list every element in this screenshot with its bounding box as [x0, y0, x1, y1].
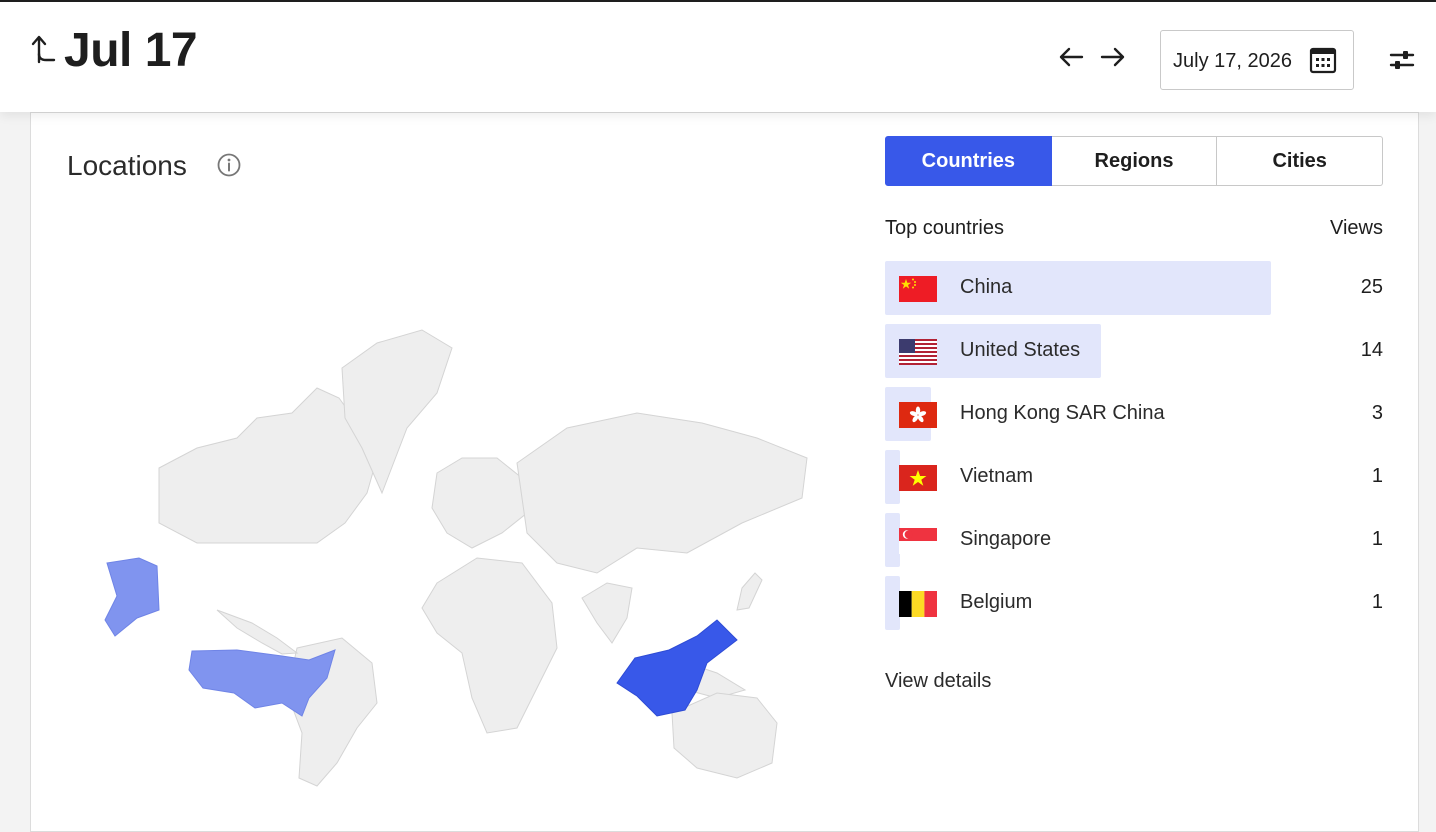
map-asia: [516, 412, 808, 574]
belgium-flag-icon: [899, 591, 937, 617]
country-views: 3: [1371, 402, 1383, 424]
list-item[interactable]: China 25: [885, 261, 1383, 315]
country-name: China: [960, 276, 1013, 298]
view-details-link[interactable]: View details: [885, 670, 991, 693]
views-label: Views: [1330, 217, 1383, 239]
tab-regions[interactable]: Regions: [1051, 136, 1218, 186]
date-picker[interactable]: July 17, 2026: [1160, 30, 1354, 90]
info-icon[interactable]: [217, 153, 241, 177]
arrow-left-icon[interactable]: [1056, 42, 1086, 72]
list-item[interactable]: Vietnam 1: [885, 450, 1383, 504]
country-views: 1: [1371, 465, 1383, 487]
country-views: 14: [1360, 339, 1383, 361]
vietnam-flag-icon: [899, 465, 937, 491]
views-bar: [885, 261, 1271, 315]
map-japan: [736, 572, 763, 611]
country-views: 1: [1371, 591, 1383, 613]
country-name: Hong Kong SAR China: [960, 402, 1165, 424]
us-flag-icon: [899, 339, 937, 365]
list-header: Top countries Views: [885, 217, 1383, 241]
country-name: Belgium: [960, 591, 1033, 613]
country-name: United States: [960, 339, 1081, 361]
map-europe: [431, 457, 528, 549]
date-value: July 17, 2026: [1173, 50, 1292, 72]
countries-list: China 25 United States 14 Hong Kong SAR …: [885, 261, 1383, 639]
list-item[interactable]: Singapore 1: [885, 513, 1383, 567]
locations-card: Locations Countries Regions Cities Top c…: [30, 112, 1419, 832]
map-africa: [421, 557, 558, 734]
hong-kong-flag-icon: [899, 402, 937, 428]
top-countries-label: Top countries: [885, 217, 1004, 239]
page-title: Jul 17: [64, 24, 198, 77]
arrow-right-icon[interactable]: [1098, 42, 1128, 72]
back-arrow-icon[interactable]: [30, 32, 60, 66]
map-alaska: [104, 557, 160, 637]
list-item[interactable]: Hong Kong SAR China 3: [885, 387, 1383, 441]
top-bar: Jul 17 July 17, 2026: [0, 0, 1436, 112]
china-flag-icon: [899, 276, 937, 302]
map-central-america: [216, 609, 299, 655]
country-name: Singapore: [960, 528, 1052, 550]
country-views: 1: [1371, 528, 1383, 550]
list-item[interactable]: Belgium 1: [885, 576, 1383, 630]
country-name: Vietnam: [960, 465, 1034, 487]
map-india: [581, 582, 633, 644]
location-tabs: Countries Regions Cities: [885, 136, 1384, 186]
sliders-icon[interactable]: [1388, 46, 1416, 74]
tab-cities[interactable]: Cities: [1217, 136, 1384, 186]
locations-heading: Locations: [67, 150, 187, 181]
world-map: [104, 329, 808, 787]
country-views: 25: [1360, 276, 1383, 298]
singapore-flag-icon: [899, 528, 937, 554]
list-item[interactable]: United States 14: [885, 324, 1383, 378]
tab-countries[interactable]: Countries: [885, 136, 1052, 186]
calendar-icon: [1309, 47, 1337, 74]
